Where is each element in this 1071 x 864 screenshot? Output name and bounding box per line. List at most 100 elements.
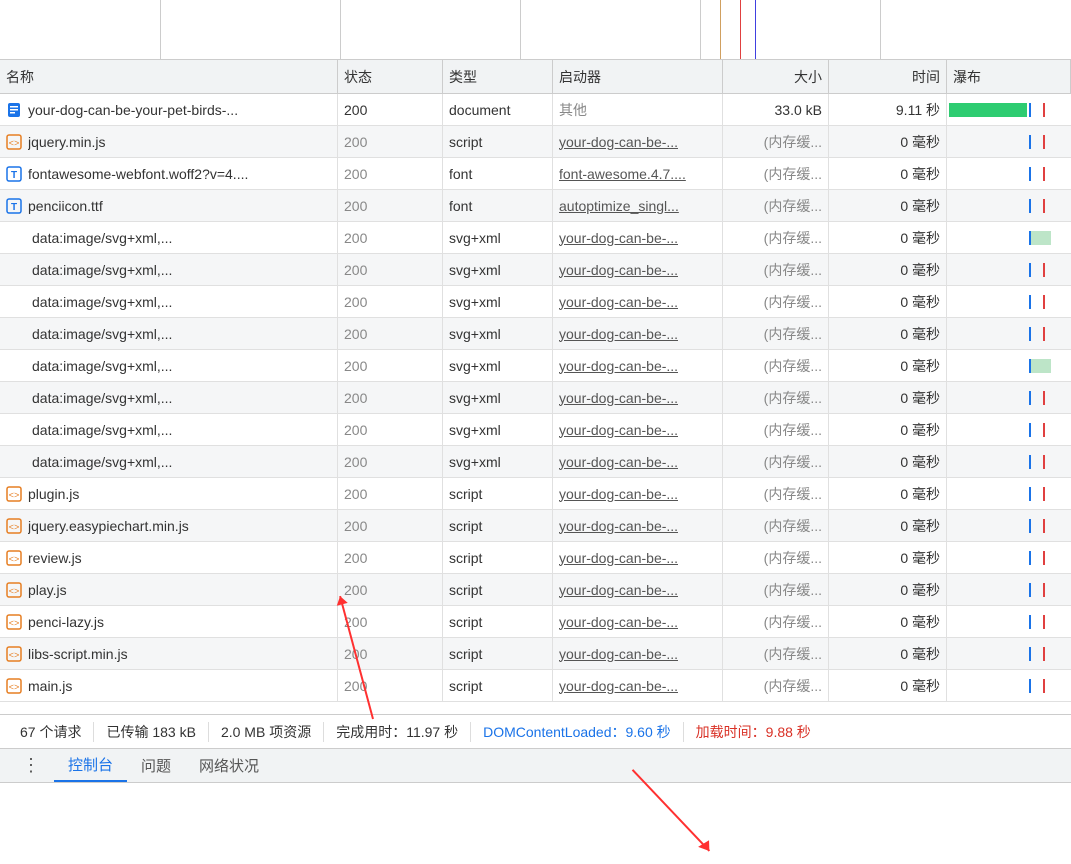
- summary-finish: 完成用时：11.97 秒: [324, 722, 471, 742]
- header-status[interactable]: 状态: [338, 60, 443, 93]
- svg-text:<>: <>: [9, 683, 20, 693]
- table-row[interactable]: data:image/svg+xml,...200svg+xmlyour-dog…: [0, 382, 1071, 414]
- request-type: script: [443, 542, 553, 573]
- table-row[interactable]: data:image/svg+xml,...200svg+xmlyour-dog…: [0, 446, 1071, 478]
- table-row[interactable]: <>review.js200scriptyour-dog-can-be-...(…: [0, 542, 1071, 574]
- request-initiator[interactable]: your-dog-can-be-...: [553, 670, 723, 701]
- request-initiator[interactable]: your-dog-can-be-...: [553, 542, 723, 573]
- request-size: (内存缓...: [723, 670, 829, 701]
- summary-bar: 67 个请求 已传输 183 kB 2.0 MB 项资源 完成用时：11.97 …: [0, 714, 1071, 748]
- request-initiator[interactable]: your-dog-can-be-...: [553, 574, 723, 605]
- table-row[interactable]: <>plugin.js200scriptyour-dog-can-be-...(…: [0, 478, 1071, 510]
- request-initiator[interactable]: font-awesome.4.7....: [553, 158, 723, 189]
- request-status: 200: [338, 542, 443, 573]
- svg-text:<>: <>: [9, 587, 20, 597]
- table-row[interactable]: <>jquery.easypiechart.min.js200scriptyou…: [0, 510, 1071, 542]
- table-row[interactable]: Tfontawesome-webfont.woff2?v=4....200fon…: [0, 158, 1071, 190]
- request-name: libs-script.min.js: [28, 646, 331, 662]
- request-initiator[interactable]: your-dog-can-be-...: [553, 606, 723, 637]
- request-status: 200: [338, 574, 443, 605]
- table-row[interactable]: data:image/svg+xml,...200svg+xmlyour-dog…: [0, 222, 1071, 254]
- request-name: play.js: [28, 582, 331, 598]
- request-initiator[interactable]: your-dog-can-be-...: [553, 254, 723, 285]
- request-status: 200: [338, 638, 443, 669]
- request-initiator[interactable]: your-dog-can-be-...: [553, 414, 723, 445]
- request-initiator[interactable]: autoptimize_singl...: [553, 190, 723, 221]
- js-icon: <>: [6, 678, 22, 694]
- request-size: (内存缓...: [723, 382, 829, 413]
- request-type: svg+xml: [443, 318, 553, 349]
- table-row[interactable]: <>main.js200scriptyour-dog-can-be-...(内存…: [0, 670, 1071, 702]
- header-type[interactable]: 类型: [443, 60, 553, 93]
- waterfall-cell: [947, 190, 1071, 221]
- request-size: (内存缓...: [723, 574, 829, 605]
- header-waterfall[interactable]: 瀑布: [947, 60, 1071, 93]
- table-row[interactable]: data:image/svg+xml,...200svg+xmlyour-dog…: [0, 318, 1071, 350]
- waterfall-cell: [947, 318, 1071, 349]
- waterfall-cell: [947, 638, 1071, 669]
- request-type: script: [443, 126, 553, 157]
- request-initiator[interactable]: your-dog-can-be-...: [553, 222, 723, 253]
- request-initiator[interactable]: your-dog-can-be-...: [553, 286, 723, 317]
- header-time[interactable]: 时间: [829, 60, 947, 93]
- table-row[interactable]: <>play.js200scriptyour-dog-can-be-...(内存…: [0, 574, 1071, 606]
- request-size: (内存缓...: [723, 478, 829, 509]
- header-name[interactable]: 名称: [0, 60, 338, 93]
- js-icon: <>: [6, 550, 22, 566]
- waterfall-cell: [947, 446, 1071, 477]
- waterfall-cell: [947, 158, 1071, 189]
- tab-console[interactable]: 控制台: [54, 749, 127, 782]
- request-status: 200: [338, 126, 443, 157]
- request-initiator[interactable]: your-dog-can-be-...: [553, 350, 723, 381]
- request-time: 0 毫秒: [829, 574, 947, 605]
- table-row[interactable]: data:image/svg+xml,...200svg+xmlyour-dog…: [0, 254, 1071, 286]
- request-initiator[interactable]: your-dog-can-be-...: [553, 382, 723, 413]
- request-initiator[interactable]: your-dog-can-be-...: [553, 126, 723, 157]
- request-initiator[interactable]: your-dog-can-be-...: [553, 510, 723, 541]
- request-time: 0 毫秒: [829, 254, 947, 285]
- header-size[interactable]: 大小: [723, 60, 829, 93]
- request-size: (内存缓...: [723, 190, 829, 221]
- request-name: jquery.easypiechart.min.js: [28, 518, 331, 534]
- request-status: 200: [338, 478, 443, 509]
- request-status: 200: [338, 446, 443, 477]
- waterfall-cell: [947, 510, 1071, 541]
- request-name: data:image/svg+xml,...: [32, 326, 331, 342]
- request-name: data:image/svg+xml,...: [32, 390, 331, 406]
- tab-issues[interactable]: 问题: [127, 749, 185, 782]
- request-time: 0 毫秒: [829, 446, 947, 477]
- request-initiator[interactable]: your-dog-can-be-...: [553, 478, 723, 509]
- table-row[interactable]: data:image/svg+xml,...200svg+xmlyour-dog…: [0, 414, 1071, 446]
- request-initiator[interactable]: your-dog-can-be-...: [553, 318, 723, 349]
- table-row[interactable]: your-dog-can-be-your-pet-birds-...200doc…: [0, 94, 1071, 126]
- table-row[interactable]: <>jquery.min.js200scriptyour-dog-can-be-…: [0, 126, 1071, 158]
- request-type: document: [443, 94, 553, 125]
- table-row[interactable]: Tpenciicon.ttf200fontautoptimize_singl..…: [0, 190, 1071, 222]
- table-row[interactable]: <>penci-lazy.js200scriptyour-dog-can-be-…: [0, 606, 1071, 638]
- request-name: plugin.js: [28, 486, 331, 502]
- request-size: (内存缓...: [723, 158, 829, 189]
- request-size: (内存缓...: [723, 446, 829, 477]
- svg-text:<>: <>: [9, 491, 20, 501]
- table-row[interactable]: data:image/svg+xml,...200svg+xmlyour-dog…: [0, 350, 1071, 382]
- more-menu-icon[interactable]: ⋮: [8, 755, 54, 776]
- request-initiator[interactable]: your-dog-can-be-...: [553, 638, 723, 669]
- request-initiator[interactable]: your-dog-can-be-...: [553, 446, 723, 477]
- request-name: data:image/svg+xml,...: [32, 230, 331, 246]
- request-size: (内存缓...: [723, 606, 829, 637]
- waterfall-cell: [947, 382, 1071, 413]
- request-initiator[interactable]: 其他: [553, 94, 723, 125]
- js-icon: <>: [6, 582, 22, 598]
- svg-text:<>: <>: [9, 555, 20, 565]
- request-name: data:image/svg+xml,...: [32, 454, 331, 470]
- table-row[interactable]: data:image/svg+xml,...200svg+xmlyour-dog…: [0, 286, 1071, 318]
- request-status: 200: [338, 606, 443, 637]
- js-icon: <>: [6, 486, 22, 502]
- waterfall-cell: [947, 670, 1071, 701]
- waterfall-cell: [947, 542, 1071, 573]
- tab-network-conditions[interactable]: 网络状况: [185, 749, 273, 782]
- summary-transferred: 已传输 183 kB: [94, 722, 208, 742]
- timeline-overview[interactable]: [0, 0, 1071, 60]
- header-initiator[interactable]: 启动器: [553, 60, 723, 93]
- table-row[interactable]: <>libs-script.min.js200scriptyour-dog-ca…: [0, 638, 1071, 670]
